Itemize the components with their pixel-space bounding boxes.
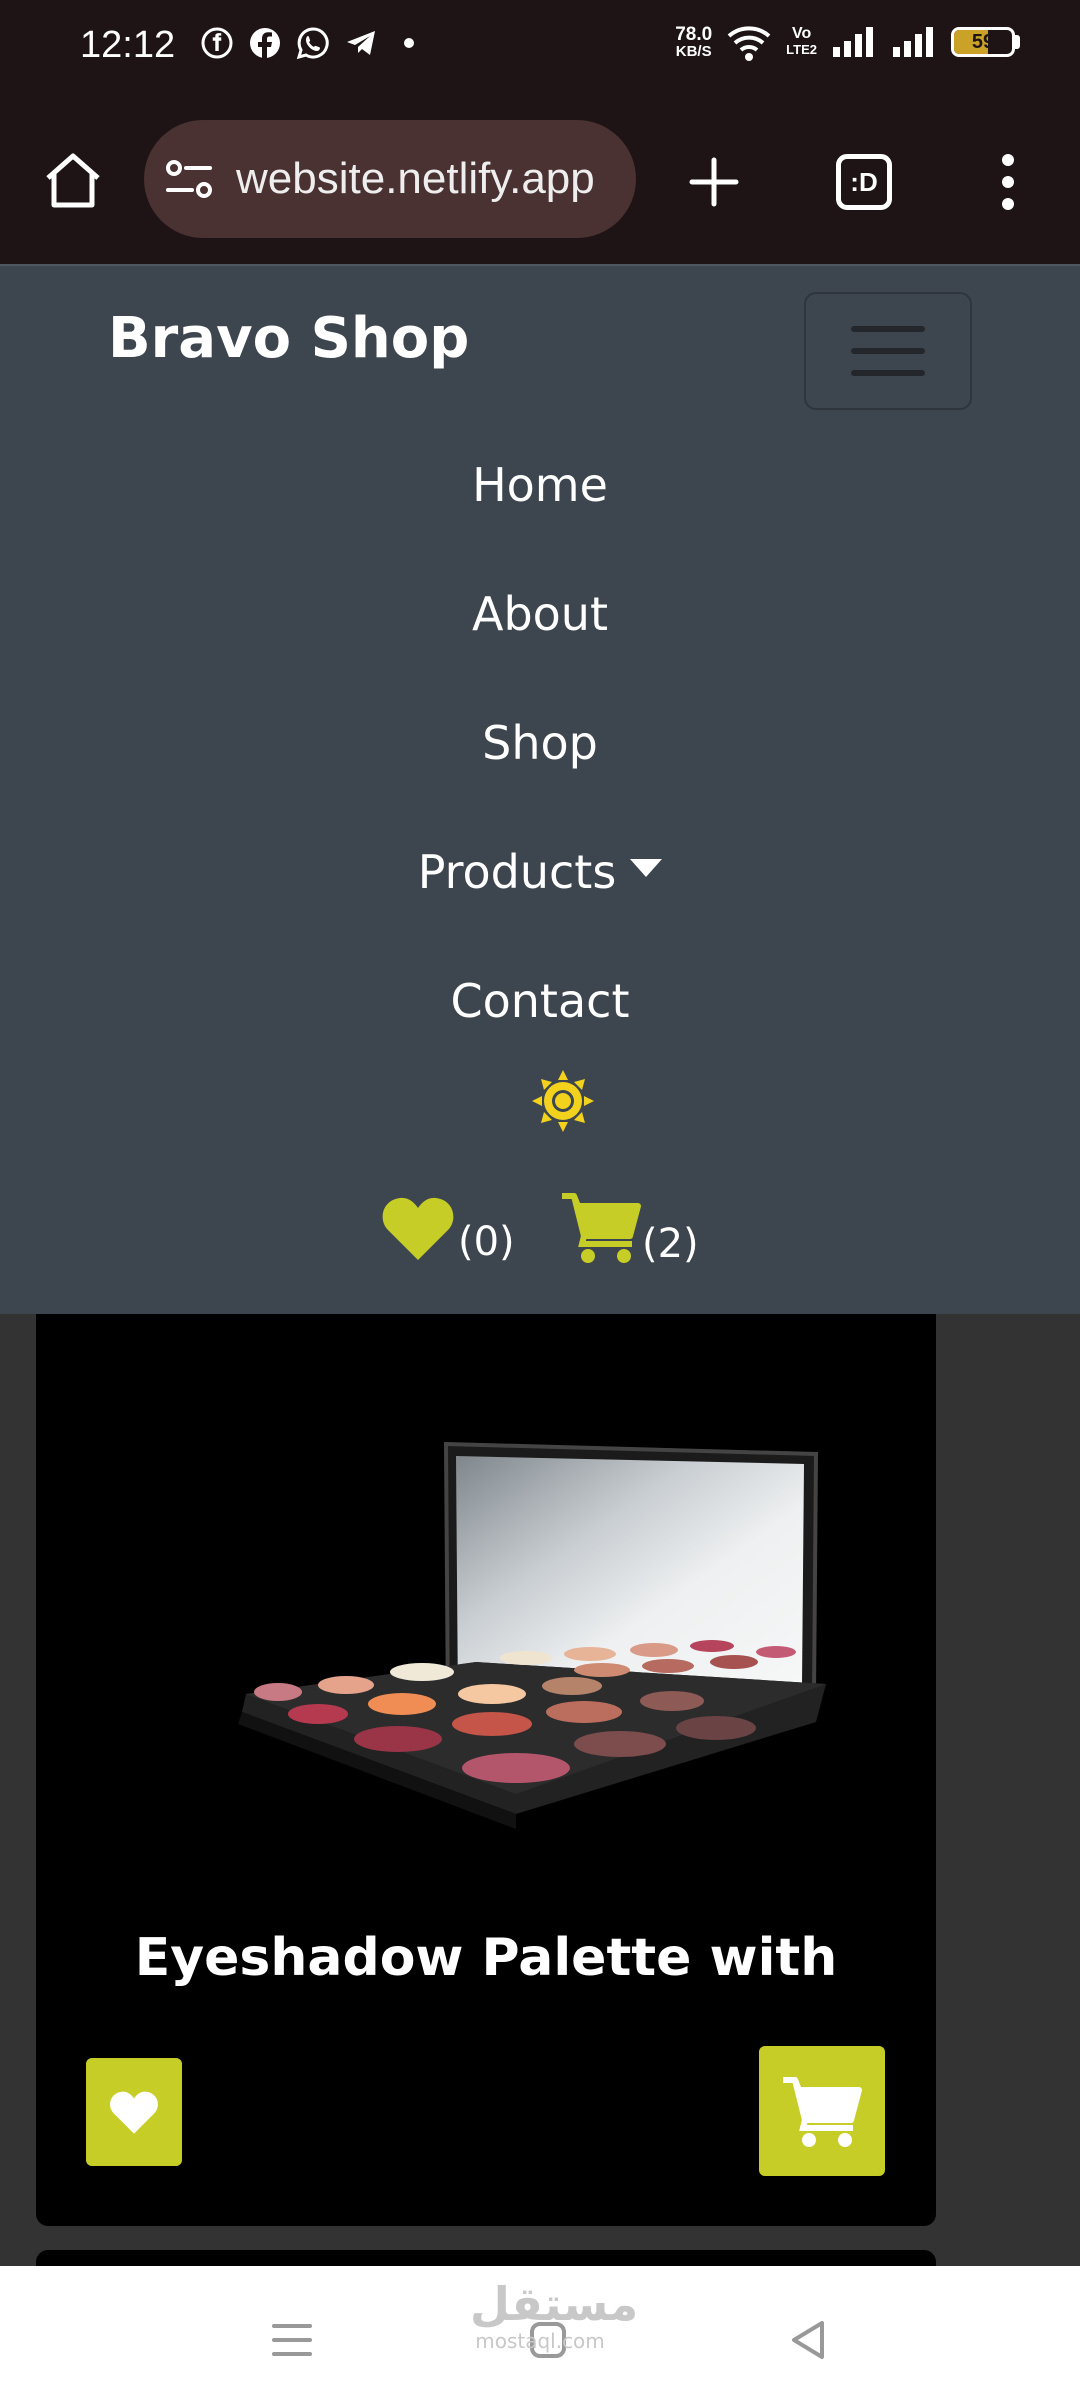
watermark: مستقل mostaql.com	[470, 2277, 639, 2353]
cart-icon	[562, 1193, 641, 1263]
wishlist-count: (0)	[458, 1219, 515, 1265]
hamburger-line	[851, 370, 925, 376]
dot-icon	[404, 38, 414, 48]
telegram-icon	[347, 31, 375, 55]
hamburger-line	[851, 348, 925, 354]
brand-logo[interactable]: Bravo Shop	[108, 306, 469, 371]
heart-icon	[382, 1197, 454, 1260]
volte-line1: Vo	[791, 25, 812, 42]
status-bar: 12:12 78.0 KB/S Vo LTE2 59	[0, 0, 1080, 100]
new-tab-button[interactable]	[676, 144, 752, 220]
battery-icon: 59	[951, 27, 1015, 57]
home-button[interactable]	[34, 142, 112, 220]
home-icon	[46, 153, 100, 208]
recents-icon	[272, 2324, 312, 2356]
net-speed: 78.0 KB/S	[675, 25, 712, 60]
product-title[interactable]: Eyeshadow Palette with	[36, 1928, 936, 1988]
hamburger-line	[851, 326, 925, 332]
nav-link-home[interactable]: Home	[0, 421, 1080, 550]
site-navbar: Bravo Shop Home About Shop Products Cont…	[0, 264, 1080, 1314]
battery-level: 59	[971, 31, 995, 53]
net-speed-unit: KB/S	[675, 42, 712, 60]
nav-link-label: Contact	[450, 974, 630, 1028]
browser-toolbar: website.netlify.app :D	[0, 100, 1080, 264]
nav-link-label: About	[471, 587, 608, 641]
product-image[interactable]	[186, 1434, 866, 1834]
watermark-arabic: مستقل	[470, 2277, 639, 2331]
nav-link-label: Shop	[482, 716, 598, 770]
url-value: website.netlify.app	[236, 154, 595, 203]
nav-link-products-dropdown[interactable]: Products	[0, 808, 1080, 937]
system-navigation-bar: مستقل mostaql.com	[0, 2266, 1080, 2400]
back-button[interactable]	[768, 2300, 848, 2380]
volte-line2: LTE2	[786, 42, 817, 57]
status-indicators: 78.0 KB/S Vo LTE2 59	[675, 22, 1020, 62]
add-to-cart-button[interactable]	[759, 2046, 885, 2176]
facebook-icon	[250, 28, 280, 59]
url-text[interactable]: website.netlify.app	[236, 120, 616, 238]
site-settings-icon[interactable]	[164, 156, 214, 202]
address-bar[interactable]: website.netlify.app	[144, 120, 636, 238]
product-card: Eyeshadow Palette with	[36, 1314, 936, 2226]
nav-link-label: Products	[417, 845, 617, 899]
cart-icon	[783, 2077, 862, 2147]
wishlist-link[interactable]: (0)	[380, 1194, 515, 1262]
watermark-latin: mostaql.com	[475, 2329, 605, 2353]
tab-switcher-button[interactable]: :D	[836, 154, 892, 210]
nav-link-about[interactable]: About	[0, 550, 1080, 679]
menu-dot	[1002, 198, 1014, 210]
menu-dot	[1002, 176, 1014, 188]
nav-link-shop[interactable]: Shop	[0, 679, 1080, 808]
battery-indicator: 59	[951, 27, 1020, 57]
nav-links: Home About Shop Products Contact	[0, 421, 1080, 1066]
navbar-toggler[interactable]	[804, 292, 972, 410]
browser-menu-button[interactable]	[986, 144, 1030, 220]
battery-tip	[1015, 35, 1020, 49]
facebook-lite-icon	[201, 27, 233, 59]
net-speed-value: 78.0	[675, 23, 713, 45]
wifi-icon	[727, 26, 771, 61]
whatsapp-icon	[296, 27, 329, 60]
nav-link-contact[interactable]: Contact	[0, 937, 1080, 1066]
volte-indicator: Vo LTE2	[786, 26, 817, 58]
add-to-wishlist-button[interactable]	[86, 2058, 182, 2166]
cart-link[interactable]: (2)	[560, 1190, 699, 1264]
menu-dot	[1002, 154, 1014, 166]
plus-icon	[689, 157, 739, 207]
caret-down-icon	[630, 858, 663, 877]
recents-button[interactable]	[252, 2300, 332, 2380]
cart-count: (2)	[642, 1221, 699, 1267]
back-triangle-icon	[792, 2321, 824, 2359]
notification-icons	[200, 26, 426, 60]
nav-link-label: Home	[472, 458, 608, 512]
sun-icon[interactable]	[530, 1068, 596, 1134]
status-time: 12:12	[80, 24, 176, 66]
heart-icon	[110, 2091, 158, 2134]
signal-1-icon	[833, 27, 873, 57]
signal-2-icon	[893, 27, 933, 57]
